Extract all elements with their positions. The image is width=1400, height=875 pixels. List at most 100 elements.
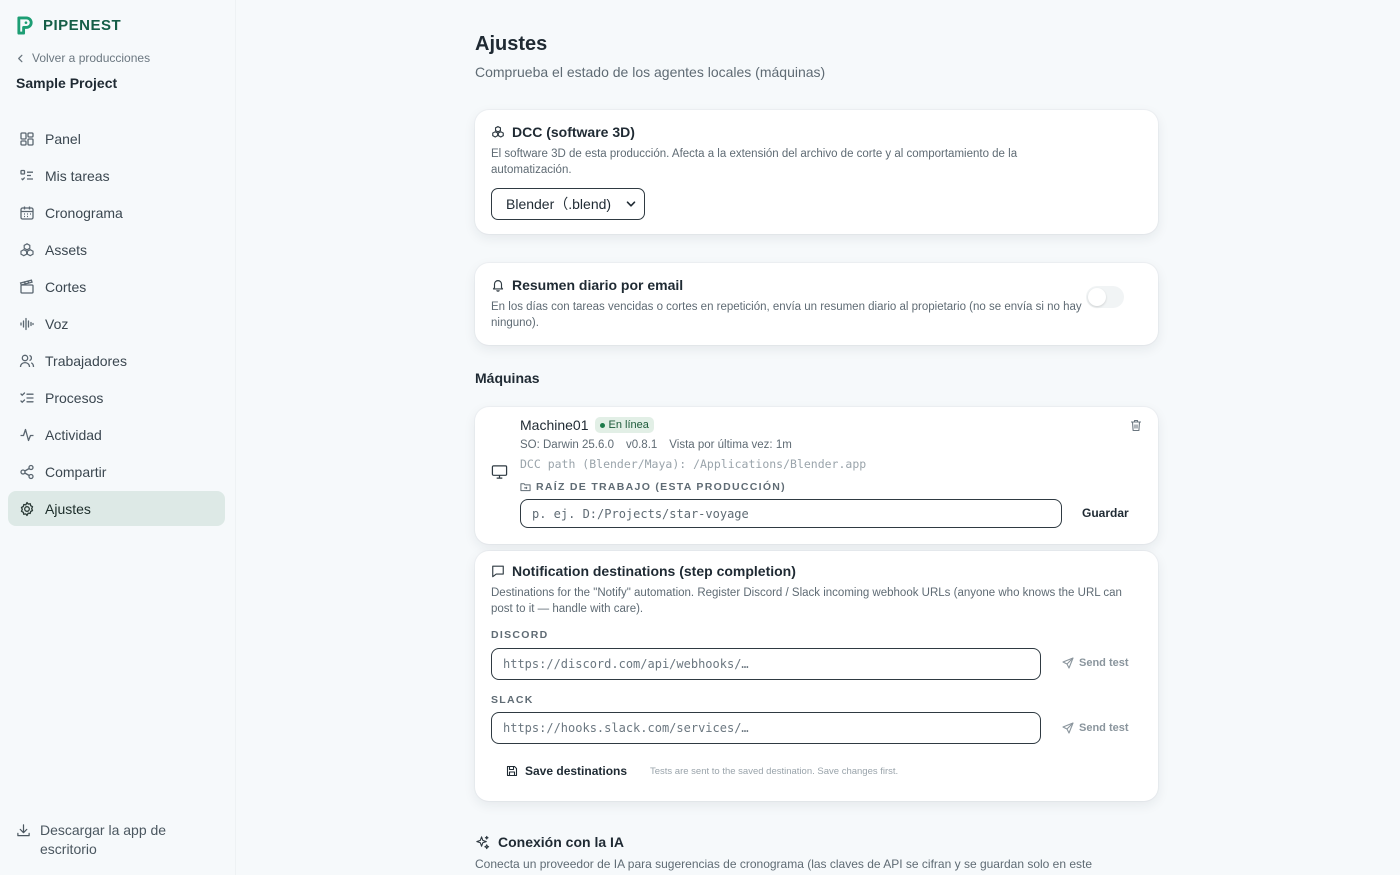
boxes-icon xyxy=(491,125,505,139)
machine-last-seen: Vista por última vez: 1m xyxy=(669,439,792,451)
work-root-label: RAÍZ DE TRABAJO (ESTA PRODUCCIÓN) xyxy=(536,481,786,493)
discord-label: DISCORD xyxy=(491,629,549,641)
save-icon xyxy=(506,765,518,777)
bell-icon xyxy=(491,278,505,292)
sidebar: PIPENEST Volver a producciones Sample Pr… xyxy=(0,0,236,875)
send-icon xyxy=(1062,722,1074,734)
slack-label: SLACK xyxy=(491,694,534,706)
email-summary-description: En los días con tareas vencidas o cortes… xyxy=(491,301,1082,329)
discord-webhook-input[interactable]: https://discord.com/api/webhooks/… xyxy=(491,648,1041,680)
sidebar-item-voz[interactable]: Voz xyxy=(8,306,225,341)
save-work-root-button[interactable]: Guardar xyxy=(1082,506,1129,520)
sidebar-item-label: Mis tareas xyxy=(45,167,110,184)
sidebar-item-label: Procesos xyxy=(45,389,104,406)
email-summary-header: Resumen diario por email xyxy=(491,277,1142,293)
notification-header: Notification destinations (step completi… xyxy=(491,563,1142,579)
sidebar-item-label: Panel xyxy=(45,130,81,147)
work-root-input[interactable]: p. ej. D:/Projects/star-voyage xyxy=(520,499,1062,528)
boxes-icon xyxy=(19,242,35,258)
ai-section-header: Conexión con la IA xyxy=(475,834,624,850)
slack-webhook-input[interactable]: https://hooks.slack.com/services/… xyxy=(491,712,1041,744)
save-destinations-button[interactable]: Save destinations xyxy=(506,764,627,778)
sparkles-icon xyxy=(475,835,490,850)
chevron-left-icon xyxy=(16,54,25,63)
download-desktop-app-link[interactable]: Descargar la app de escritorio xyxy=(16,821,216,859)
sidebar-item-ajustes[interactable]: Ajustes xyxy=(8,491,225,526)
dcc-select[interactable]: Blender（.blend) xyxy=(491,188,645,220)
sidebar-item-mis-tareas[interactable]: Mis tareas xyxy=(8,158,225,193)
email-summary-card: Resumen diario por email En los días con… xyxy=(475,263,1158,345)
save-destinations-label: Save destinations xyxy=(525,764,628,778)
sidebar-item-label: Cronograma xyxy=(45,204,123,221)
list-todo-icon xyxy=(19,168,35,184)
machines-section-title: Máquinas xyxy=(475,370,540,386)
notification-description: Destinations for the "Notify" automation… xyxy=(491,587,1122,615)
sidebar-item-cronograma[interactable]: Cronograma xyxy=(8,195,225,230)
dcc-select-value: Blender（.blend) xyxy=(506,196,612,212)
sidebar-item-label: Voz xyxy=(45,315,69,332)
dcc-description: El software 3D de esta producción. Afect… xyxy=(491,148,1018,176)
download-icon xyxy=(16,823,31,838)
users-icon xyxy=(19,353,35,369)
send-test-label: Send test xyxy=(1079,722,1129,734)
folder-icon xyxy=(520,482,531,492)
machine-card: Machine01 En línea SO: Darwin 25.6.0 v0.… xyxy=(475,407,1158,544)
email-summary-toggle[interactable] xyxy=(1086,286,1124,308)
discord-send-test-button[interactable]: Send test xyxy=(1062,657,1129,669)
sidebar-item-compartir[interactable]: Compartir xyxy=(8,454,225,489)
sidebar-item-procesos[interactable]: Procesos xyxy=(8,380,225,415)
machine-os: SO: Darwin 25.6.0 xyxy=(520,439,614,451)
download-label: Descargar la app de escritorio xyxy=(40,822,167,857)
activity-icon xyxy=(19,427,35,443)
machine-name: Machine01 xyxy=(520,417,589,433)
machine-meta: SO: Darwin 25.6.0 v0.8.1 Vista por últim… xyxy=(520,439,792,451)
trash-icon[interactable] xyxy=(1130,419,1142,432)
notification-destinations-card: Notification destinations (step completi… xyxy=(475,551,1158,801)
machine-header: Machine01 En línea xyxy=(520,417,654,433)
status-label: En línea xyxy=(608,419,649,431)
status-dot xyxy=(599,422,605,428)
send-icon xyxy=(1062,657,1074,669)
sidebar-item-label: Cortes xyxy=(45,278,87,295)
brand[interactable]: PIPENEST xyxy=(16,16,121,35)
page-title: Ajustes xyxy=(475,33,548,55)
sidebar-item-label: Compartir xyxy=(45,463,107,480)
dcc-title: DCC (software 3D) xyxy=(512,124,635,140)
sidebar-item-assets[interactable]: Assets xyxy=(8,232,225,267)
sidebar-item-panel[interactable]: Panel xyxy=(8,121,225,156)
sidebar-item-actividad[interactable]: Actividad xyxy=(8,417,225,452)
gear-icon xyxy=(19,501,35,517)
send-test-label: Send test xyxy=(1079,657,1129,669)
notification-title: Notification destinations (step completi… xyxy=(512,563,796,579)
status-badge: En línea xyxy=(594,417,654,433)
back-to-productions-link[interactable]: Volver a producciones xyxy=(16,51,150,65)
sidebar-item-label: Trabajadores xyxy=(45,352,127,369)
sidebar-item-label: Assets xyxy=(45,241,88,258)
audio-wave-icon xyxy=(19,316,35,332)
clapperboard-icon xyxy=(19,278,35,295)
slack-send-test-button[interactable]: Send test xyxy=(1062,722,1129,734)
monitor-icon xyxy=(491,464,508,480)
work-root-label-row: RAÍZ DE TRABAJO (ESTA PRODUCCIÓN) xyxy=(520,481,786,493)
ai-description: Conecta un proveedor de IA para sugerenc… xyxy=(475,857,1093,871)
machine-dcc-path: DCC path (Blender/Maya): /Applications/B… xyxy=(520,457,867,471)
chevron-down-icon xyxy=(626,199,636,209)
message-square-icon xyxy=(491,564,505,578)
list-checks-icon xyxy=(19,390,35,406)
dcc-card-header: DCC (software 3D) xyxy=(491,124,1142,140)
toggle-knob xyxy=(1088,288,1106,306)
pipenest-logo-icon xyxy=(16,16,35,35)
grid-icon xyxy=(19,131,35,147)
sidebar-item-trabajadores[interactable]: Trabajadores xyxy=(8,343,225,378)
project-name: Sample Project xyxy=(16,75,118,91)
share-icon xyxy=(19,464,35,480)
email-summary-title: Resumen diario por email xyxy=(512,277,684,293)
sidebar-item-cortes[interactable]: Cortes xyxy=(8,269,225,304)
machine-version: v0.8.1 xyxy=(625,439,658,451)
calendar-icon xyxy=(19,205,35,221)
sidebar-nav: Panel Mis tareas Cronograma Assets Corte… xyxy=(8,121,225,528)
sidebar-item-label: Actividad xyxy=(45,426,102,443)
page-subtitle: Comprueba el estado de los agentes local… xyxy=(475,64,826,80)
dcc-card: DCC (software 3D) El software 3D de esta… xyxy=(475,110,1158,234)
ai-title: Conexión con la IA xyxy=(498,834,625,850)
